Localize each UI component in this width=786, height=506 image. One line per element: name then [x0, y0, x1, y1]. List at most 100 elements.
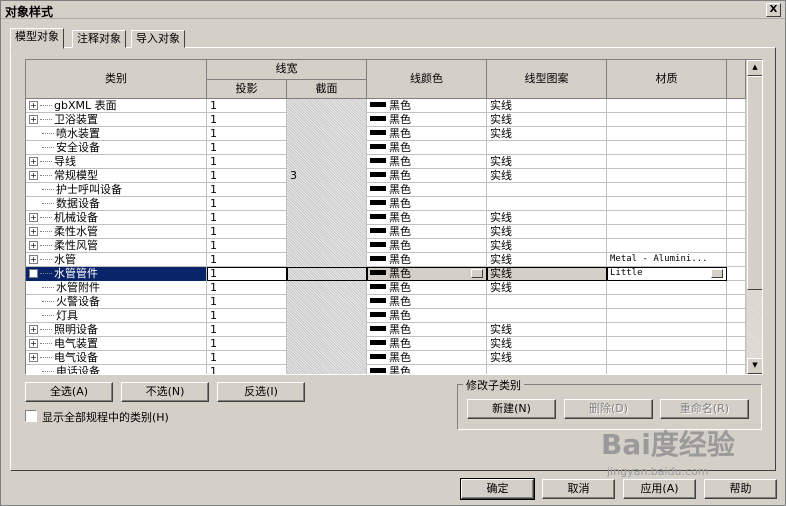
cut-weight-cell[interactable]	[287, 183, 367, 197]
table-row[interactable]: 喷水装置 1 黑色 实线	[26, 127, 746, 141]
cancel-button[interactable]: 取消	[542, 479, 615, 499]
category-cell[interactable]: + 常规模型	[26, 169, 207, 183]
line-pattern-cell[interactable]: 实线	[487, 267, 607, 281]
category-cell[interactable]: 数据设备	[26, 197, 207, 211]
category-cell[interactable]: + 导线	[26, 155, 207, 169]
line-color-cell[interactable]: 黑色	[367, 351, 487, 365]
material-cell[interactable]: Metal - Alumini...	[607, 253, 727, 267]
show-all-disciplines-checkbox[interactable]	[25, 410, 37, 422]
scroll-down-icon[interactable]: ▼	[747, 358, 762, 374]
projection-weight-cell[interactable]: 1	[207, 127, 287, 141]
cut-weight-cell[interactable]	[287, 99, 367, 113]
projection-weight-cell[interactable]: 1	[207, 351, 287, 365]
expand-plus-icon[interactable]: +	[29, 269, 38, 278]
line-pattern-cell[interactable]	[487, 183, 607, 197]
material-cell[interactable]	[607, 99, 727, 113]
projection-weight-cell[interactable]: 1	[207, 337, 287, 351]
table-row[interactable]: + 导线 1 黑色 实线	[26, 155, 746, 169]
cut-weight-cell[interactable]	[287, 239, 367, 253]
table-row[interactable]: + 电气设备 1 黑色 实线	[26, 351, 746, 365]
projection-weight-cell[interactable]: 1	[207, 183, 287, 197]
line-pattern-cell[interactable]: 实线	[487, 99, 607, 113]
material-cell[interactable]	[607, 127, 727, 141]
line-color-cell[interactable]: 黑色	[367, 253, 487, 267]
material-cell[interactable]	[607, 155, 727, 169]
line-color-cell[interactable]: 黑色	[367, 99, 487, 113]
line-pattern-cell[interactable]	[487, 141, 607, 155]
table-row[interactable]: + 柔性水管 1 黑色 实线	[26, 225, 746, 239]
cut-weight-cell[interactable]	[287, 155, 367, 169]
projection-weight-cell[interactable]: 1	[207, 225, 287, 239]
line-pattern-cell[interactable]: 实线	[487, 169, 607, 183]
expand-plus-icon[interactable]: +	[29, 171, 38, 180]
line-pattern-cell[interactable]: 实线	[487, 225, 607, 239]
line-color-cell[interactable]: 黑色	[367, 155, 487, 169]
line-color-cell[interactable]: 黑色	[367, 211, 487, 225]
line-color-cell[interactable]: 黑色	[367, 267, 487, 281]
line-pattern-cell[interactable]: 实线	[487, 323, 607, 337]
category-cell[interactable]: 喷水装置	[26, 127, 207, 141]
projection-weight-cell[interactable]: 1	[207, 141, 287, 155]
material-cell[interactable]	[607, 295, 727, 309]
category-cell[interactable]: + gbXML 表面	[26, 99, 207, 113]
projection-weight-cell[interactable]: 1	[207, 155, 287, 169]
projection-weight-cell[interactable]: 1	[207, 323, 287, 337]
cut-weight-cell[interactable]	[287, 113, 367, 127]
header-line-color[interactable]: 线颜色	[367, 60, 487, 99]
line-pattern-cell[interactable]	[487, 309, 607, 323]
tab-annotation-objects[interactable]: 注释对象	[72, 30, 126, 48]
table-row[interactable]: + gbXML 表面 1 黑色 实线	[26, 99, 746, 113]
new-subcategory-button[interactable]: 新建(N)	[467, 399, 556, 419]
ok-button[interactable]: 确定	[460, 478, 535, 500]
line-pattern-cell[interactable]: 实线	[487, 351, 607, 365]
projection-weight-cell[interactable]: 1	[207, 267, 287, 281]
category-cell[interactable]: + 水管管件	[26, 267, 207, 281]
line-color-cell[interactable]: 黑色	[367, 337, 487, 351]
projection-weight-cell[interactable]: 1	[207, 197, 287, 211]
color-picker-button[interactable]	[471, 269, 483, 278]
cut-weight-cell[interactable]	[287, 253, 367, 267]
scroll-thumb[interactable]	[747, 76, 762, 290]
projection-weight-cell[interactable]: 1	[207, 239, 287, 253]
category-cell[interactable]: + 柔性水管	[26, 225, 207, 239]
line-color-cell[interactable]: 黑色	[367, 197, 487, 211]
line-pattern-cell[interactable]	[487, 197, 607, 211]
category-cell[interactable]: + 电气设备	[26, 351, 207, 365]
header-line-pattern[interactable]: 线型图案	[487, 60, 607, 99]
rename-subcategory-button[interactable]: 重命名(R)	[660, 399, 749, 419]
line-pattern-cell[interactable]	[487, 295, 607, 309]
table-row[interactable]: + 机械设备 1 黑色 实线	[26, 211, 746, 225]
projection-weight-cell[interactable]: 1	[207, 295, 287, 309]
expand-plus-icon[interactable]: +	[29, 241, 38, 250]
material-cell[interactable]	[607, 323, 727, 337]
expand-plus-icon[interactable]: +	[29, 213, 38, 222]
expand-plus-icon[interactable]: +	[29, 157, 38, 166]
cut-weight-cell[interactable]	[287, 323, 367, 337]
projection-weight-cell[interactable]: 1	[207, 169, 287, 183]
invert-selection-button[interactable]: 反选(I)	[217, 382, 305, 402]
category-cell[interactable]: + 卫浴装置	[26, 113, 207, 127]
category-cell[interactable]: 火警设备	[26, 295, 207, 309]
projection-weight-cell[interactable]: 1	[207, 253, 287, 267]
line-pattern-cell[interactable]: 实线	[487, 239, 607, 253]
line-pattern-cell[interactable]: 实线	[487, 281, 607, 295]
line-color-cell[interactable]: 黑色	[367, 295, 487, 309]
delete-subcategory-button[interactable]: 删除(D)	[564, 399, 653, 419]
table-row[interactable]: + 水管管件 1 黑色 实线 Little	[26, 267, 746, 281]
category-cell[interactable]: 灯具	[26, 309, 207, 323]
material-cell[interactable]	[607, 281, 727, 295]
material-cell[interactable]	[607, 225, 727, 239]
category-cell[interactable]: + 柔性风管	[26, 239, 207, 253]
line-color-cell[interactable]: 黑色	[367, 113, 487, 127]
expand-plus-icon[interactable]: +	[29, 101, 38, 110]
material-cell[interactable]	[607, 351, 727, 365]
table-row[interactable]: 数据设备 1 黑色	[26, 197, 746, 211]
category-cell[interactable]: + 水管	[26, 253, 207, 267]
material-cell[interactable]	[607, 309, 727, 323]
material-cell[interactable]	[607, 169, 727, 183]
line-pattern-cell[interactable]: 实线	[487, 253, 607, 267]
line-color-cell[interactable]: 黑色	[367, 323, 487, 337]
category-cell[interactable]: 电话设备	[26, 365, 207, 374]
line-pattern-cell[interactable]: 实线	[487, 113, 607, 127]
line-color-cell[interactable]: 黑色	[367, 309, 487, 323]
